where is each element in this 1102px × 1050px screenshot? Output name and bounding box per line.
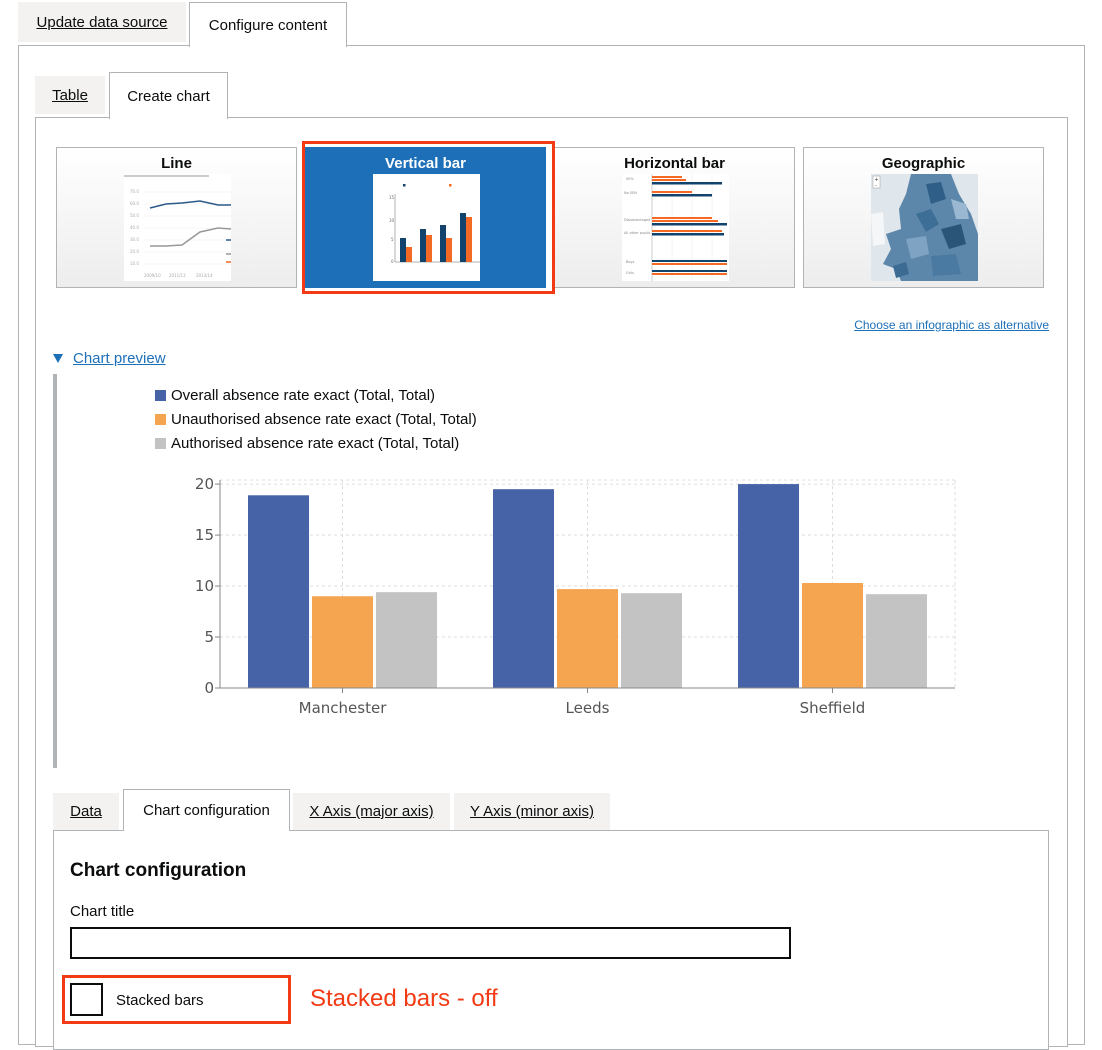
y-tick-label: 10	[195, 577, 214, 595]
choose-infographic-link[interactable]: Choose an infographic as alternative	[854, 318, 1049, 332]
legend-swatch	[155, 438, 166, 449]
svg-text:Girls: Girls	[626, 271, 634, 275]
y-tick-label: 15	[195, 526, 214, 544]
tab-y-axis[interactable]: Y Axis (minor axis)	[454, 793, 610, 830]
chart-type-label: Line	[161, 155, 192, 172]
svg-text:Disadvantaged: Disadvantaged	[624, 218, 650, 222]
y-tick-label: 5	[204, 628, 214, 646]
tab-table[interactable]: Table	[35, 76, 105, 114]
legend-label: Overall absence rate exact (Total, Total…	[171, 387, 436, 404]
chart-type-label: Geographic	[881, 155, 966, 172]
svg-text:30.0: 30.0	[130, 237, 139, 242]
annotation-text: Stacked bars - off	[310, 985, 498, 1012]
legend-item-unauthorised: Unauthorised absence rate exact (Total, …	[155, 411, 477, 428]
chart-title-label: Chart title	[70, 903, 135, 920]
legend-label: Unauthorised absence rate exact (Total, …	[171, 411, 477, 428]
bar	[621, 593, 682, 688]
svg-text:No SEN: No SEN	[624, 191, 637, 195]
triangle-down-icon	[53, 354, 63, 363]
svg-text:10.0: 10.0	[130, 261, 139, 266]
y-tick-label: 0	[204, 679, 214, 697]
svg-text:2009/10: 2009/10	[144, 273, 161, 278]
x-tick-label: Leeds	[566, 699, 610, 717]
chart-preview-toggle[interactable]: Chart preview	[53, 350, 166, 367]
chart-type-line[interactable]: Line 70.0 60.0 50.0 40.0 30.0 20.0 10.0 2009/…	[56, 147, 297, 288]
selected-chart-type-highlight	[302, 141, 555, 294]
tab-data[interactable]: Data	[53, 793, 119, 830]
chart-preview-label: Chart preview	[73, 350, 166, 367]
tab-x-axis[interactable]: X Axis (major axis)	[293, 793, 450, 830]
svg-text:20.0: 20.0	[130, 249, 139, 254]
tab-configure-content[interactable]: Configure content	[189, 2, 347, 47]
bar	[376, 592, 437, 688]
x-tick-label: Manchester	[299, 699, 388, 717]
svg-text:All other pupils: All other pupils	[624, 231, 650, 235]
svg-text:90%: 90%	[626, 177, 634, 181]
chart-type-label: Horizontal bar	[624, 155, 725, 172]
bar-chart: 0 5 10 15 20 Manchester Leeds Sheffield	[195, 475, 956, 717]
bar	[493, 489, 554, 688]
geographic-map-thumbnail: + -	[871, 174, 978, 281]
svg-text:40.0: 40.0	[130, 225, 139, 230]
legend-swatch	[155, 414, 166, 425]
tab-create-chart[interactable]: Create chart	[109, 72, 228, 119]
horizontal-bar-thumbnail: 90% No SEN Disadvantaged All other pupils B…	[622, 174, 729, 281]
svg-text:-: -	[875, 183, 877, 189]
bar	[248, 495, 309, 688]
tab-chart-configuration[interactable]: Chart configuration	[123, 789, 290, 831]
x-tick-label: Sheffield	[800, 699, 866, 717]
chart-type-horizontal-bar[interactable]: Horizontal bar 90% No SEN Disadvantaged Al…	[554, 147, 795, 288]
bar	[557, 589, 618, 688]
svg-text:Boys: Boys	[626, 260, 635, 264]
bar	[866, 594, 927, 688]
bar	[802, 582, 863, 688]
legend-label: Authorised absence rate exact (Total, To…	[171, 435, 460, 452]
legend-item-authorised: Authorised absence rate exact (Total, To…	[155, 435, 459, 452]
chart-type-geographic[interactable]: Geographic + -	[803, 147, 1044, 288]
stacked-bars-highlight	[62, 975, 291, 1024]
bar	[738, 484, 799, 688]
svg-text:2013/14: 2013/14	[196, 273, 213, 278]
svg-text:2011/12: 2011/12	[169, 273, 186, 278]
svg-text:60.0: 60.0	[130, 201, 139, 206]
config-heading: Chart configuration	[70, 860, 247, 881]
chart-title-input[interactable]	[70, 927, 791, 959]
svg-text:50.0: 50.0	[130, 213, 139, 218]
legend-item-overall: Overall absence rate exact (Total, Total…	[155, 387, 435, 404]
svg-text:70.0: 70.0	[130, 189, 139, 194]
legend-swatch	[155, 390, 166, 401]
line-chart-thumbnail: 70.0 60.0 50.0 40.0 30.0 20.0 10.0 2009/10 201…	[124, 174, 231, 281]
tab-update-data-source[interactable]: Update data source	[18, 2, 186, 42]
y-tick-label: 20	[195, 475, 214, 493]
bar	[312, 596, 373, 688]
